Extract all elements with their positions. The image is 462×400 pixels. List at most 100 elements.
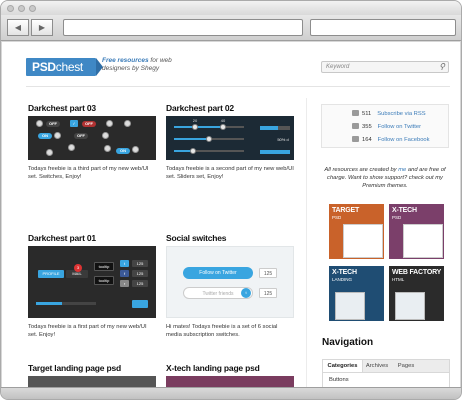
subscribe-link[interactable]: Follow on Twitter	[378, 124, 421, 130]
facebook-icon	[352, 136, 359, 142]
post-title[interactable]: X-tech landing page psd	[166, 362, 294, 374]
subscribe-row[interactable]: 355 Follow on Twitter	[352, 123, 421, 131]
notification-badge: 3	[74, 264, 82, 272]
post-thumbnail[interactable]: 20 40 50% d	[166, 116, 294, 160]
subscribe-link[interactable]: Subscribe via RSS	[377, 111, 425, 117]
title-bar	[1, 1, 461, 15]
ad-title: X-TECH	[332, 269, 357, 276]
tooltip-sample: tooltip	[94, 262, 114, 271]
premium-theme-ad[interactable]: TARGET PSD	[329, 204, 384, 259]
search-placeholder: Keyword	[326, 64, 350, 70]
site-tagline: Free resources for web designers by Sheg…	[102, 57, 192, 73]
knob-icon	[124, 120, 131, 127]
status-bar	[1, 387, 461, 399]
ad-screenshot	[343, 224, 383, 258]
tab-panel: Buttons	[322, 373, 450, 387]
slider-value-label: 20	[192, 118, 198, 123]
slider-fill	[36, 302, 62, 305]
post-title[interactable]: Darkchest part 03	[28, 102, 156, 114]
post-card: Darkchest part 01 PROFILE MAIL 3 tooltip…	[28, 232, 156, 339]
knob-icon	[104, 145, 111, 152]
browser-search-bar[interactable]	[310, 19, 456, 36]
header-divider	[26, 86, 450, 87]
ad-subtitle: HTML	[392, 277, 405, 282]
category-link-buttons[interactable]: Buttons	[329, 377, 349, 383]
switch-off-red: OFF	[82, 121, 96, 127]
profile-button-sample: PROFILE	[38, 270, 64, 278]
tab-pages[interactable]: Pages	[393, 360, 419, 372]
tooltip-sample: tooltip	[94, 276, 114, 285]
post-thumbnail[interactable]: PROFILE MAIL 3 tooltip tooltip t 125 f 1…	[28, 246, 156, 318]
post-title[interactable]: Darkchest part 02	[166, 102, 294, 114]
checkbox-icon: ✓	[70, 120, 78, 127]
count-box: 125	[132, 270, 148, 277]
twitter-icon	[352, 123, 359, 129]
slider-knob	[190, 148, 196, 154]
ad-subtitle: PSD	[332, 215, 342, 220]
ad-screenshot	[335, 292, 365, 320]
knob-icon	[46, 149, 53, 156]
post-card: Target landing page psd	[28, 362, 156, 387]
ad-title: TARGET	[332, 207, 360, 214]
sidebar-divider	[306, 98, 307, 387]
facebook-icon: f	[120, 270, 129, 277]
premium-theme-ad[interactable]: X-TECH LANDING	[329, 266, 384, 321]
forward-button[interactable]: ▶	[31, 19, 53, 36]
ad-screenshot	[395, 292, 425, 320]
slider-percent-label: 50% d	[277, 137, 289, 142]
slider-fill	[260, 126, 278, 130]
subscribe-row[interactable]: 164 Follow on Facebook	[352, 136, 430, 144]
post-title[interactable]: Darkchest part 01	[28, 232, 156, 244]
logo-light-text: chest	[55, 60, 83, 74]
rss-icon	[352, 110, 359, 116]
subscriber-count: 164	[362, 137, 372, 143]
count-box: 125	[259, 268, 277, 278]
tab-archives[interactable]: Archives	[363, 360, 391, 372]
post-thumbnail[interactable]	[166, 376, 294, 387]
knob-icon	[36, 120, 43, 127]
switch-off-label: OFF	[46, 121, 60, 127]
tab-categories[interactable]: Categories	[323, 360, 363, 372]
twitter-icon: t	[241, 288, 251, 298]
premium-theme-ad[interactable]: WEB FACTORY HTML	[389, 266, 444, 321]
credit-text: All resources are created by me and are …	[321, 166, 449, 190]
post-card: Darkchest part 02 20 40 50% d Todays fre…	[166, 102, 294, 181]
search-input[interactable]: Keyword ⚲	[321, 61, 449, 73]
window-close-dot[interactable]	[7, 5, 14, 12]
window-minimize-dot[interactable]	[18, 5, 25, 12]
site-logo[interactable]: PSDchest	[26, 58, 96, 76]
count-box: 125	[132, 280, 148, 287]
switch-on-label: ON	[38, 133, 52, 139]
post-title[interactable]: Target landing page psd	[28, 362, 156, 374]
navigation-tabs: Categories Archives Pages	[322, 359, 450, 373]
post-excerpt: Todays freebie is a second part of my ne…	[166, 166, 294, 180]
subscribe-box: 511 Subscribe via RSS 355 Follow on Twitte…	[321, 104, 449, 148]
knob-icon	[68, 144, 75, 151]
search-icon[interactable]: ⚲	[439, 63, 445, 71]
switch-on-label: ON	[116, 148, 130, 154]
ad-subtitle: PSD	[392, 215, 402, 220]
back-button[interactable]: ◀	[7, 19, 29, 36]
twitter-icon: t	[120, 260, 129, 267]
browser-window: ◀ ▶ PSDchest Free resources for web desi…	[0, 0, 462, 400]
subscribe-row[interactable]: 511 Subscribe via RSS	[352, 110, 426, 118]
navigation-heading: Navigation	[322, 337, 374, 348]
post-thumbnail[interactable]	[28, 376, 156, 387]
post-thumbnail[interactable]: Follow on Twitter 125 Twitter friends t …	[166, 246, 294, 318]
credit-pre: All resources are created by	[324, 167, 399, 173]
post-title[interactable]: Social switches	[166, 232, 294, 244]
premium-theme-ad[interactable]: X-TECH PSD	[389, 204, 444, 259]
knob-icon	[54, 132, 61, 139]
slider-knob	[220, 124, 226, 130]
post-card: X-tech landing page psd	[166, 362, 294, 387]
post-excerpt: Todays freebie is a first part of my new…	[28, 324, 147, 338]
slider-fill	[174, 126, 222, 128]
address-bar[interactable]	[63, 19, 303, 36]
knob-icon	[102, 132, 109, 139]
slider-fill	[174, 138, 210, 140]
count-box: 125	[132, 260, 148, 267]
subscribe-link[interactable]: Follow on Facebook	[378, 137, 430, 143]
post-thumbnail[interactable]: OFF ✓ OFF ON OFF ON	[28, 116, 156, 160]
slider-fill	[260, 150, 290, 154]
window-zoom-dot[interactable]	[29, 5, 36, 12]
